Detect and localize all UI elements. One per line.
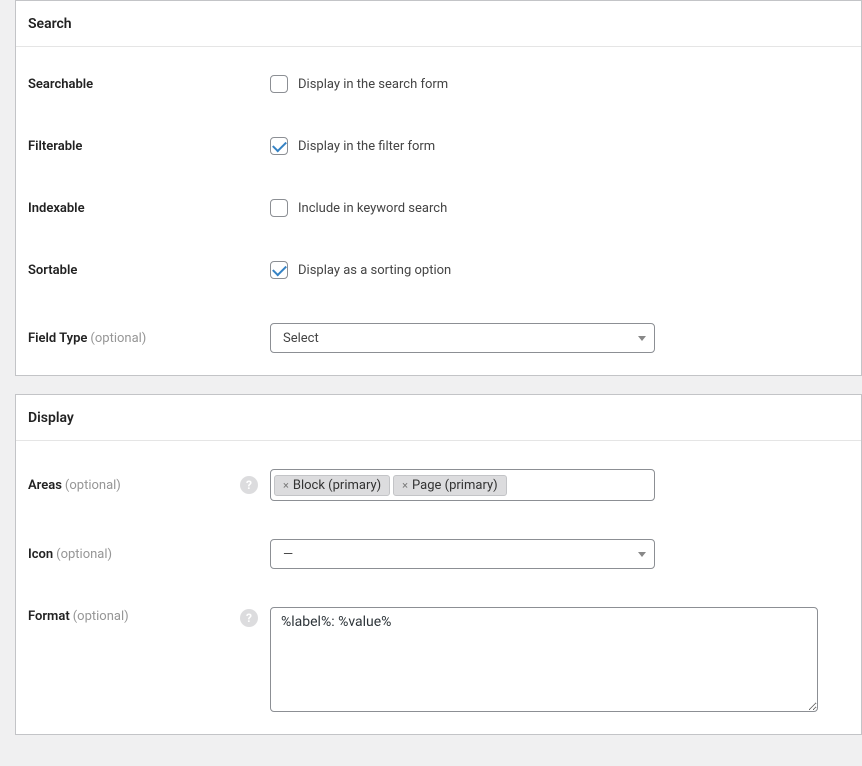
optional-text: (optional) [90, 331, 146, 346]
areas-row: Areas (optional) ? × Block (primary) × Pag… [28, 447, 849, 501]
chevron-down-icon [638, 336, 646, 341]
filterable-row: Filterable Display in the filter form [28, 93, 849, 155]
field-type-select[interactable]: Select [270, 323, 655, 353]
areas-tag-1[interactable]: × Page (primary) [393, 475, 506, 496]
areas-tag-0[interactable]: × Block (primary) [274, 475, 390, 496]
display-panel: Display Areas (optional) ? × Block (prima… [15, 394, 862, 735]
searchable-checkbox[interactable] [270, 75, 288, 93]
areas-tag-0-label: Block (primary) [293, 478, 381, 493]
search-panel: Search Searchable Display in the search … [15, 0, 862, 376]
searchable-checkbox-text: Display in the search form [298, 77, 448, 92]
areas-label: Areas [28, 478, 62, 493]
indexable-row: Indexable Include in keyword search [28, 155, 849, 217]
display-panel-body: Areas (optional) ? × Block (primary) × Pag… [16, 441, 861, 734]
searchable-label: Searchable [28, 77, 270, 92]
format-row: Format (optional) ? [28, 569, 849, 712]
indexable-checkbox[interactable] [270, 199, 288, 217]
optional-text: (optional) [73, 609, 129, 624]
field-type-row: Field Type (optional) Select [28, 279, 849, 353]
display-panel-title: Display [16, 395, 861, 441]
sortable-checkbox-text: Display as a sorting option [298, 263, 451, 278]
searchable-row: Searchable Display in the search form [28, 53, 849, 93]
help-icon[interactable]: ? [240, 609, 258, 627]
icon-select-value: — [283, 547, 293, 562]
search-panel-title: Search [16, 1, 861, 47]
format-textarea[interactable] [270, 607, 818, 712]
sortable-checkbox[interactable] [270, 261, 288, 279]
icon-row: Icon (optional) — [28, 501, 849, 569]
indexable-label: Indexable [28, 201, 270, 216]
optional-text: (optional) [56, 547, 112, 562]
optional-text: (optional) [65, 478, 121, 493]
sortable-label: Sortable [28, 263, 270, 278]
areas-tag-1-label: Page (primary) [412, 478, 498, 493]
close-icon: × [402, 479, 408, 492]
areas-input[interactable]: × Block (primary) × Page (primary) [270, 469, 655, 501]
field-type-label: Field Type [28, 331, 87, 346]
filterable-checkbox[interactable] [270, 137, 288, 155]
search-panel-body: Searchable Display in the search form Fi… [16, 47, 861, 375]
close-icon: × [283, 479, 289, 492]
help-icon[interactable]: ? [240, 476, 258, 494]
format-label: Format [28, 609, 70, 624]
chevron-down-icon [638, 552, 646, 557]
filterable-label: Filterable [28, 139, 270, 154]
indexable-checkbox-text: Include in keyword search [298, 201, 447, 216]
icon-label: Icon [28, 547, 53, 562]
field-type-select-value: Select [283, 331, 319, 346]
icon-select[interactable]: — [270, 539, 655, 569]
filterable-checkbox-text: Display in the filter form [298, 139, 435, 154]
sortable-row: Sortable Display as a sorting option [28, 217, 849, 279]
